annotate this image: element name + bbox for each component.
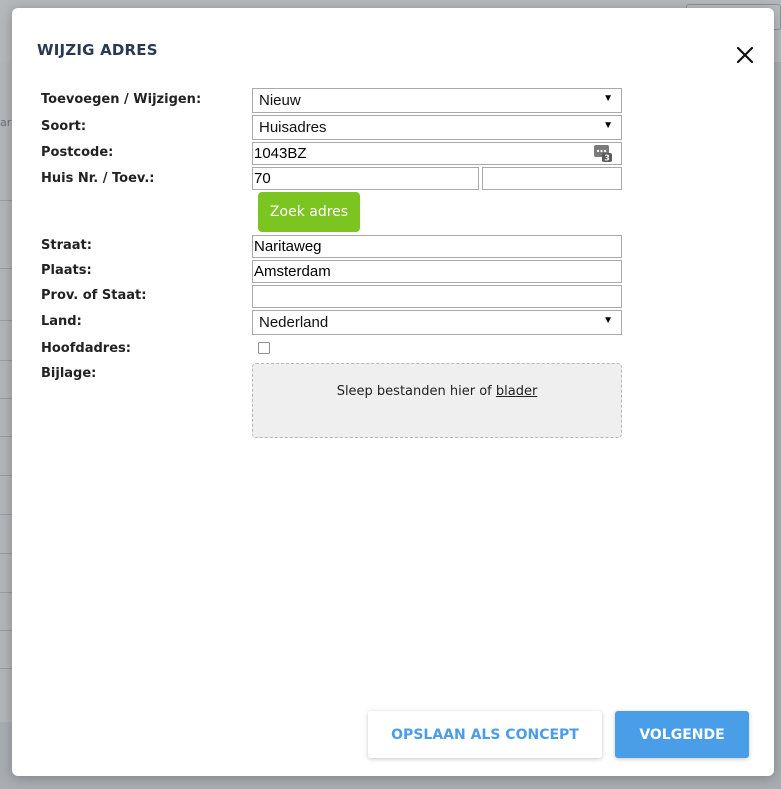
toevoeging-input[interactable] bbox=[482, 167, 622, 190]
background-divider bbox=[0, 630, 12, 631]
soort-select[interactable]: Huisadres ▼ bbox=[252, 115, 622, 140]
background-divider bbox=[0, 320, 12, 321]
background-divider bbox=[0, 436, 12, 437]
password-manager-icon[interactable]: 3 bbox=[594, 144, 612, 162]
background-divider bbox=[0, 475, 12, 476]
edit-address-modal: WIJZIG ADRES Toevoegen / Wijzigen: Nieuw… bbox=[12, 8, 774, 776]
close-button[interactable] bbox=[732, 42, 760, 70]
background-divider bbox=[0, 268, 12, 269]
land-label: Land: bbox=[41, 314, 82, 329]
background-divider bbox=[0, 514, 12, 515]
postcode-label: Postcode: bbox=[41, 145, 114, 160]
modal-title: WIJZIG ADRES bbox=[37, 41, 158, 59]
browse-link[interactable]: blader bbox=[496, 384, 537, 399]
hoofdadres-checkbox[interactable] bbox=[258, 342, 270, 354]
plaats-input[interactable] bbox=[252, 260, 622, 283]
file-dropzone[interactable]: Sleep bestanden hier of blader bbox=[252, 363, 622, 438]
land-select[interactable]: Nederland ▼ bbox=[252, 310, 622, 335]
prov-input[interactable] bbox=[252, 285, 622, 308]
prov-label: Prov. of Staat: bbox=[41, 288, 147, 303]
huisnr-label: Huis Nr. / Toev.: bbox=[41, 171, 155, 186]
toevoegen-selected-value: Nieuw bbox=[259, 92, 301, 109]
background-sidebar bbox=[0, 62, 12, 722]
background-divider bbox=[0, 360, 12, 361]
straat-input[interactable] bbox=[252, 235, 622, 258]
save-as-draft-button[interactable]: OPSLAAN ALS CONCEPT bbox=[368, 711, 602, 758]
zoek-adres-button[interactable]: Zoek adres bbox=[258, 192, 360, 232]
soort-selected-value: Huisadres bbox=[259, 119, 327, 136]
postcode-input[interactable] bbox=[252, 142, 622, 165]
soort-label: Soort: bbox=[41, 119, 87, 134]
background-divider bbox=[0, 592, 12, 593]
toevoegen-select[interactable]: Nieuw ▼ bbox=[252, 88, 622, 113]
dropdown-arrow-icon: ▼ bbox=[603, 93, 613, 104]
background-divider bbox=[0, 553, 12, 554]
close-icon bbox=[736, 46, 754, 64]
dropzone-message: Sleep bestanden hier of blader bbox=[253, 384, 621, 399]
toevoegen-label: Toevoegen / Wijzigen: bbox=[41, 92, 202, 107]
background-divider bbox=[0, 398, 12, 399]
bijlage-label: Bijlage: bbox=[41, 366, 97, 381]
land-selected-value: Nederland bbox=[259, 314, 329, 331]
dropdown-arrow-icon: ▼ bbox=[603, 120, 613, 131]
svg-text:3: 3 bbox=[604, 154, 610, 163]
background-divider bbox=[0, 200, 12, 201]
straat-label: Straat: bbox=[41, 238, 92, 253]
plaats-label: Plaats: bbox=[41, 263, 92, 278]
background-divider bbox=[0, 668, 12, 669]
dropdown-arrow-icon: ▼ bbox=[603, 315, 613, 326]
background-text-fragment: ar bbox=[0, 116, 12, 129]
dropzone-text: Sleep bestanden hier of bbox=[336, 384, 496, 399]
huisnr-input[interactable] bbox=[252, 167, 479, 190]
next-button[interactable]: VOLGENDE bbox=[615, 711, 749, 758]
hoofdadres-label: Hoofdadres: bbox=[41, 341, 131, 356]
